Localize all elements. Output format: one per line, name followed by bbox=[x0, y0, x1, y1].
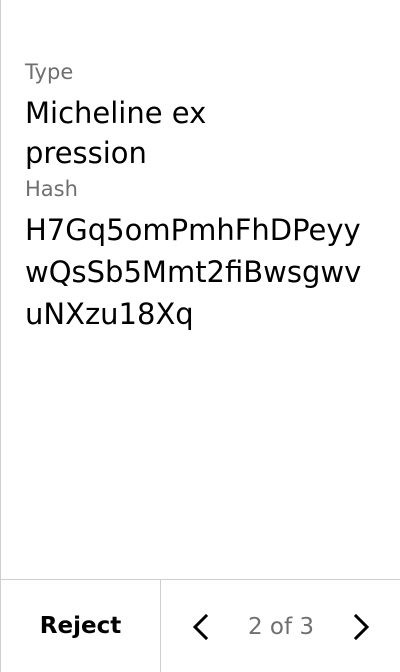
type-label: Type bbox=[25, 60, 74, 84]
chevron-left-icon bbox=[192, 613, 209, 641]
reject-button[interactable]: Reject bbox=[1, 580, 161, 672]
hash-value: H7Gq5omPmhFhDPeyywQsSb5Mmt2fiBwsgwvuNXzu… bbox=[25, 213, 362, 331]
chevron-right-icon bbox=[353, 613, 370, 641]
page-indicator: 2 of 3 bbox=[247, 614, 315, 640]
page-navigation: 2 of 3 bbox=[161, 580, 400, 672]
next-page-button[interactable] bbox=[343, 609, 379, 645]
action-footer: Reject 2 of 3 bbox=[1, 579, 400, 672]
previous-page-button[interactable] bbox=[183, 609, 219, 645]
transaction-details: Type Micheline expression Hash H7Gq5omPm… bbox=[25, 58, 375, 335]
hash-label: Hash bbox=[25, 177, 78, 201]
transaction-review-screen: Type Micheline expression Hash H7Gq5omPm… bbox=[0, 0, 400, 672]
type-value: Micheline expression bbox=[25, 96, 207, 170]
